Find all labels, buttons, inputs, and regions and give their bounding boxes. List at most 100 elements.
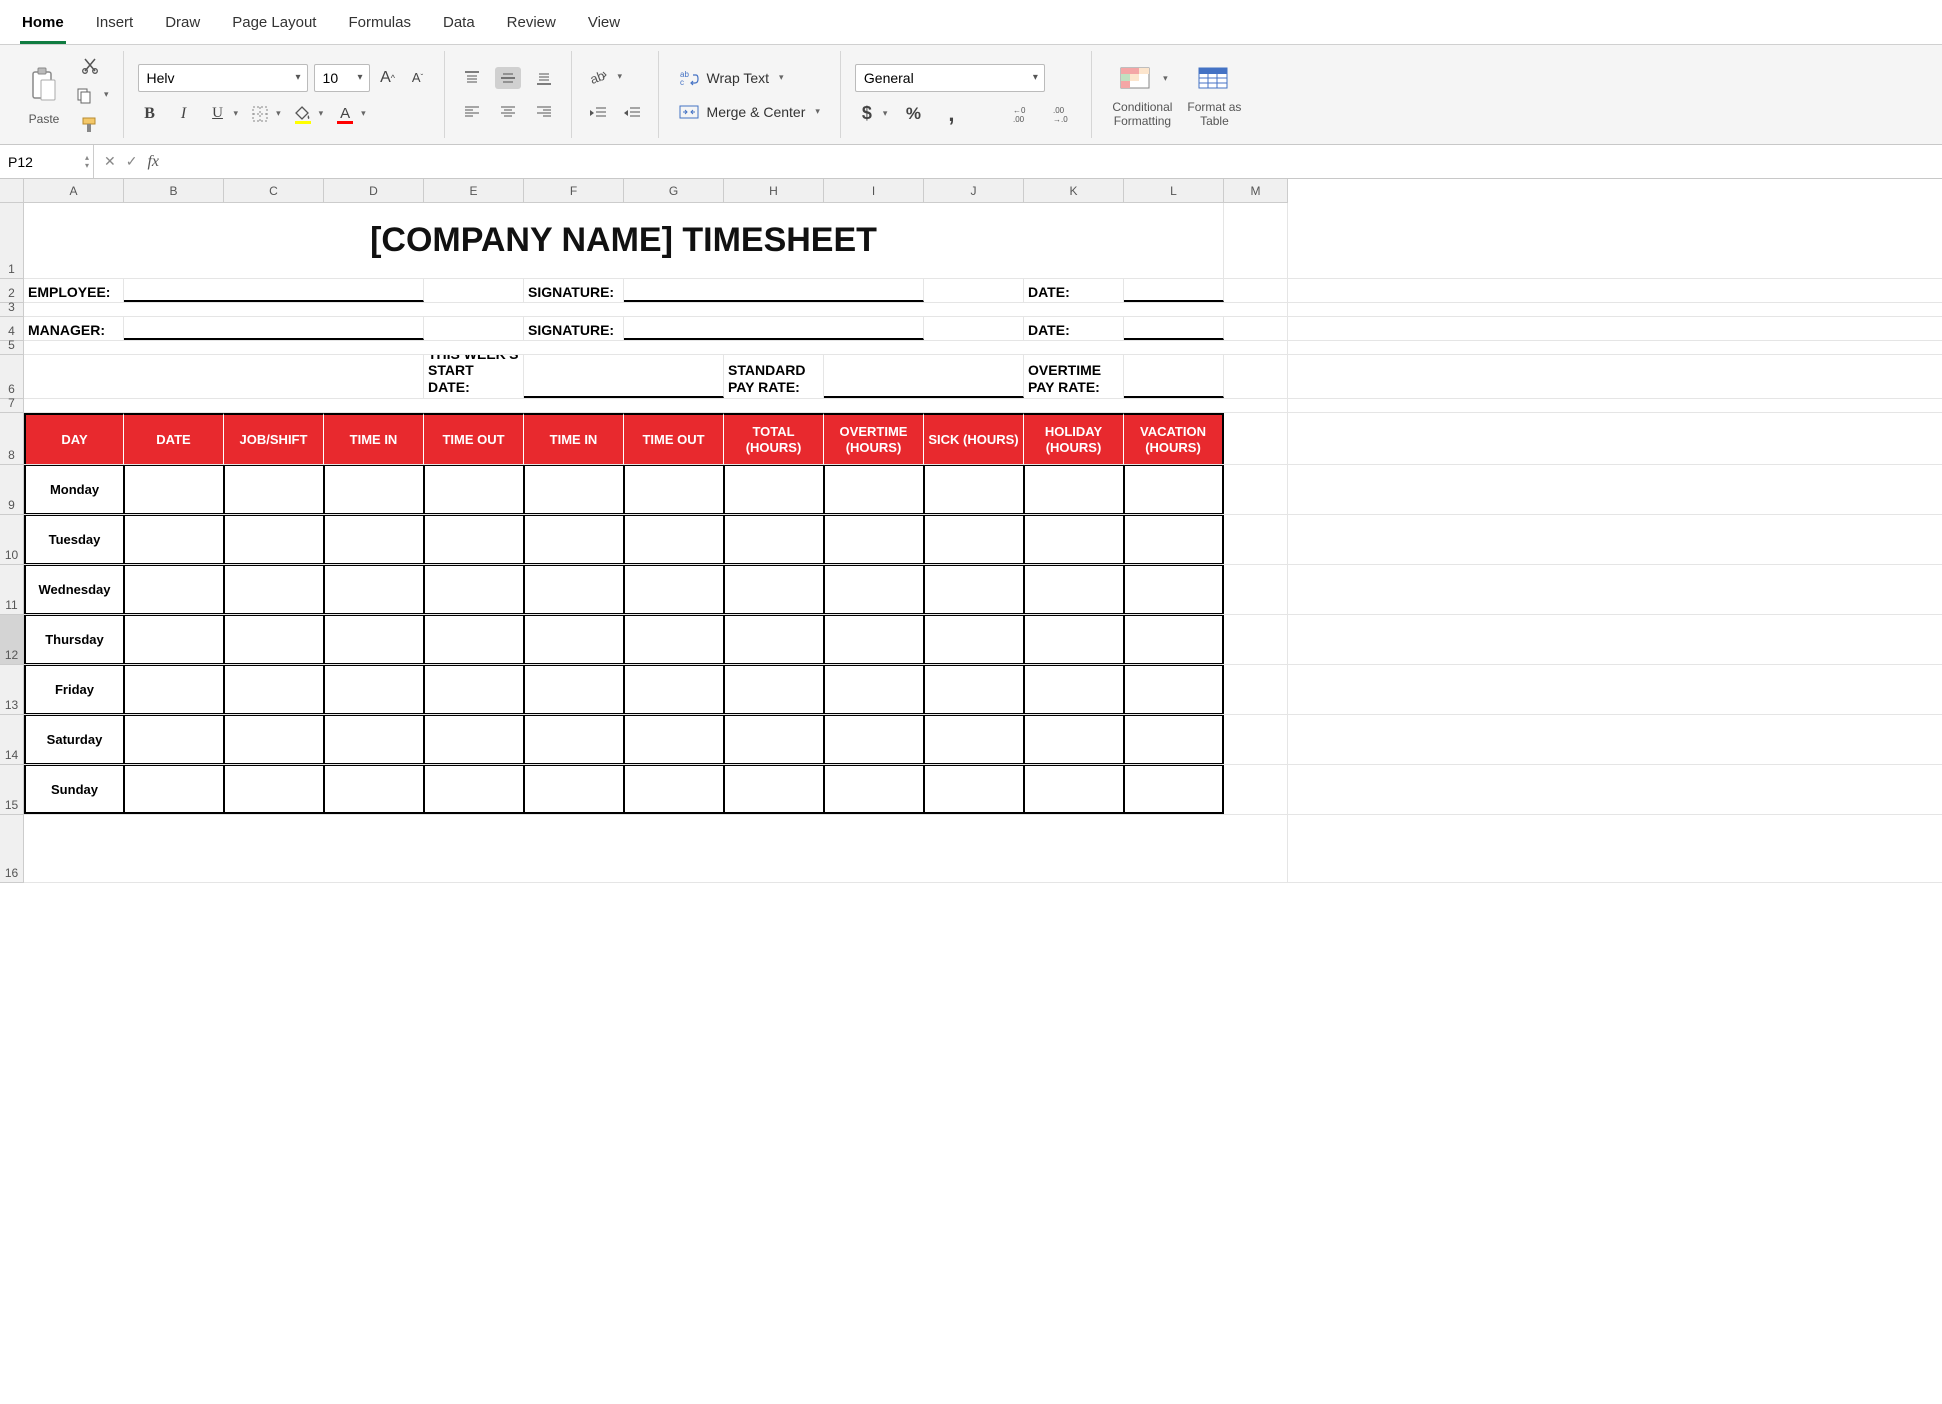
accept-formula-icon[interactable]: ✓ <box>126 153 138 170</box>
cell-j4[interactable] <box>924 317 1024 340</box>
col-header-e[interactable]: E <box>424 179 524 203</box>
col-header-h[interactable]: H <box>724 179 824 203</box>
decrease-font-button[interactable]: Aˇ <box>406 66 430 90</box>
borders-dropdown-icon[interactable]: ▾ <box>276 108 281 119</box>
ts-cell-tuesday-1[interactable] <box>124 515 224 564</box>
increase-indent-button[interactable] <box>620 101 644 125</box>
ts-cell-wednesday-7[interactable] <box>724 565 824 614</box>
increase-font-button[interactable]: A^ <box>376 66 400 90</box>
ts-cell-thursday-1[interactable] <box>124 615 224 664</box>
ts-cell-monday-10[interactable] <box>1024 465 1124 514</box>
ts-cell-wednesday-3[interactable] <box>324 565 424 614</box>
cell-a6[interactable] <box>24 355 424 398</box>
employee-signature-input[interactable] <box>624 279 924 302</box>
ts-cell-monday-8[interactable] <box>824 465 924 514</box>
tab-insert[interactable]: Insert <box>94 8 136 44</box>
ts-cell-saturday-5[interactable] <box>524 715 624 764</box>
ts-cell-wednesday-10[interactable] <box>1024 565 1124 614</box>
ts-cell-thursday-9[interactable] <box>924 615 1024 664</box>
row-header-15[interactable]: 15 <box>0 765 24 815</box>
cell-m-13[interactable] <box>1224 665 1288 714</box>
overtime-rate-input[interactable] <box>1124 355 1224 398</box>
conditional-formatting-dropdown-icon[interactable]: ▾ <box>1163 73 1168 84</box>
row-header-9[interactable]: 9 <box>0 465 24 515</box>
ts-cell-tuesday-10[interactable] <box>1024 515 1124 564</box>
ts-cell-friday-8[interactable] <box>824 665 924 714</box>
ts-cell-tuesday-3[interactable] <box>324 515 424 564</box>
ts-cell-saturday-7[interactable] <box>724 715 824 764</box>
ts-cell-sunday-10[interactable] <box>1024 765 1124 814</box>
align-center-button[interactable] <box>495 101 521 123</box>
ts-cell-wednesday-8[interactable] <box>824 565 924 614</box>
row-3-spacer[interactable] <box>24 303 1288 316</box>
ts-cell-saturday-3[interactable] <box>324 715 424 764</box>
row-header-6[interactable]: 6 <box>0 355 24 399</box>
currency-button[interactable]: $ <box>855 102 879 126</box>
spreadsheet-grid[interactable]: ABCDEFGHIJKLM 12345678910111213141516 [C… <box>0 179 1942 883</box>
align-middle-button[interactable] <box>495 67 521 89</box>
ts-cell-saturday-6[interactable] <box>624 715 724 764</box>
row-header-7[interactable]: 7 <box>0 399 24 413</box>
ts-cell-sunday-4[interactable] <box>424 765 524 814</box>
ts-cell-monday-7[interactable] <box>724 465 824 514</box>
cell-m4[interactable] <box>1224 317 1288 340</box>
tab-data[interactable]: Data <box>441 8 477 44</box>
ts-cell-monday-11[interactable] <box>1124 465 1224 514</box>
align-bottom-button[interactable] <box>531 67 557 89</box>
bold-button[interactable]: B <box>138 102 162 126</box>
cell-m8[interactable] <box>1224 413 1288 464</box>
ts-cell-thursday-8[interactable] <box>824 615 924 664</box>
row-16[interactable] <box>24 815 1288 882</box>
name-box-spinner-icon[interactable]: ▴▾ <box>85 154 89 170</box>
orientation-button[interactable]: ab <box>586 65 610 89</box>
format-as-table-button[interactable] <box>1195 62 1233 96</box>
align-left-button[interactable] <box>459 101 485 123</box>
fill-color-button[interactable] <box>291 102 315 126</box>
col-header-k[interactable]: K <box>1024 179 1124 203</box>
ts-cell-monday-3[interactable] <box>324 465 424 514</box>
ts-cell-friday-6[interactable] <box>624 665 724 714</box>
ts-cell-sunday-1[interactable] <box>124 765 224 814</box>
col-header-g[interactable]: G <box>624 179 724 203</box>
tab-view[interactable]: View <box>586 8 622 44</box>
ts-cell-tuesday-6[interactable] <box>624 515 724 564</box>
decrease-indent-button[interactable] <box>586 101 610 125</box>
ts-cell-saturday-9[interactable] <box>924 715 1024 764</box>
orientation-dropdown-icon[interactable]: ▾ <box>618 71 623 82</box>
row-7-spacer[interactable] <box>24 399 1288 412</box>
ts-cell-wednesday-2[interactable] <box>224 565 324 614</box>
employee-date-input[interactable] <box>1124 279 1224 302</box>
ts-cell-wednesday-4[interactable] <box>424 565 524 614</box>
cell-e2[interactable] <box>424 279 524 302</box>
align-right-button[interactable] <box>531 101 557 123</box>
ts-cell-wednesday-1[interactable] <box>124 565 224 614</box>
ts-cell-friday-1[interactable] <box>124 665 224 714</box>
wrap-text-button[interactable]: abc Wrap Text ▾ <box>673 65 826 91</box>
select-all-corner[interactable] <box>0 179 24 203</box>
increase-decimal-button[interactable]: ←0.00 <box>1011 102 1037 126</box>
col-header-b[interactable]: B <box>124 179 224 203</box>
ts-cell-monday-5[interactable] <box>524 465 624 514</box>
col-header-c[interactable]: C <box>224 179 324 203</box>
formula-input[interactable] <box>169 145 1942 178</box>
fx-icon[interactable]: fx <box>147 153 159 171</box>
underline-dropdown-icon[interactable]: ▾ <box>234 108 239 119</box>
ts-cell-wednesday-6[interactable] <box>624 565 724 614</box>
tab-draw[interactable]: Draw <box>163 8 202 44</box>
underline-button[interactable]: U <box>206 102 230 126</box>
comma-button[interactable]: , <box>939 102 963 126</box>
manager-input[interactable] <box>124 317 424 340</box>
ts-cell-thursday-11[interactable] <box>1124 615 1224 664</box>
ts-cell-tuesday-4[interactable] <box>424 515 524 564</box>
ts-cell-saturday-1[interactable] <box>124 715 224 764</box>
ts-cell-friday-9[interactable] <box>924 665 1024 714</box>
ts-cell-thursday-5[interactable] <box>524 615 624 664</box>
cell-m-14[interactable] <box>1224 715 1288 764</box>
ts-cell-thursday-4[interactable] <box>424 615 524 664</box>
ts-cell-wednesday-9[interactable] <box>924 565 1024 614</box>
font-color-button[interactable]: A <box>333 102 357 126</box>
col-header-j[interactable]: J <box>924 179 1024 203</box>
tab-page-layout[interactable]: Page Layout <box>230 8 318 44</box>
ts-cell-saturday-10[interactable] <box>1024 715 1124 764</box>
number-format-select[interactable]: General <box>855 64 1045 92</box>
